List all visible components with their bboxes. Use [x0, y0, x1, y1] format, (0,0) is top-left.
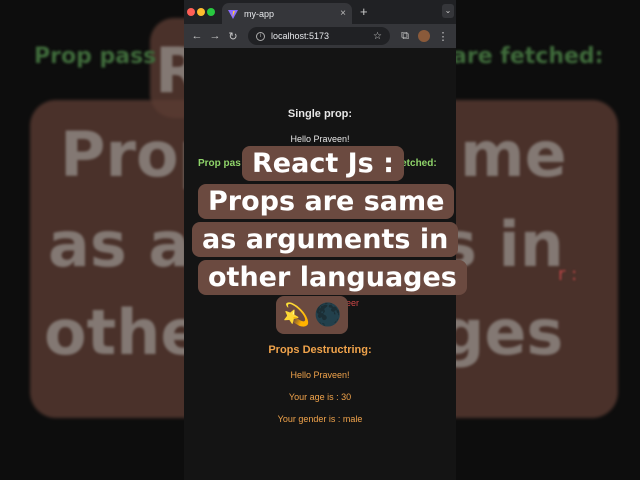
vite-icon: [228, 9, 238, 19]
new-tab-button[interactable]: +: [360, 4, 368, 19]
forward-button[interactable]: →: [206, 30, 224, 42]
bg-row2-right: s in: [440, 208, 564, 281]
site-info-icon[interactable]: i: [256, 31, 265, 41]
multi-prop-heading-right: are fetched:: [380, 158, 437, 169]
bg-prop-heading-left: Prop pass: [34, 44, 157, 69]
age-text: Your age is : 30: [288, 392, 352, 402]
extensions-icon[interactable]: ⧉: [396, 30, 414, 43]
tab-bar: my-app × + ⌄: [184, 0, 456, 24]
tab-title: my-app: [244, 8, 275, 19]
gender-text: Your gender is : male: [277, 414, 363, 424]
multi-prop-heading-left: Prop pas: [198, 158, 241, 169]
multi-prop-red-partial-2: eer: [346, 298, 360, 308]
bg-row3-right: ges: [440, 296, 564, 369]
single-prop-value: Hello Praveen!: [290, 134, 350, 144]
destructuring-heading: Props Destructring:: [268, 344, 372, 356]
bg-prop-heading-right: are fetched:: [452, 44, 604, 69]
profile-avatar[interactable]: [418, 30, 430, 42]
bookmark-star-icon[interactable]: ☆: [373, 31, 382, 42]
tab-close-icon[interactable]: ×: [340, 8, 346, 19]
browser-menu-icon[interactable]: ⋮: [434, 30, 452, 43]
bg-row3-left: othe: [44, 296, 203, 369]
greeting-text: Hello Praveen!: [290, 370, 350, 380]
back-button[interactable]: ←: [188, 30, 206, 42]
tab-search-dropdown-icon[interactable]: ⌄: [442, 4, 454, 18]
close-window-button[interactable]: [187, 8, 195, 16]
app-page: Single prop: Hello Praveen! Prop pas are…: [184, 48, 456, 480]
tab-my-app[interactable]: my-app ×: [222, 3, 352, 24]
reload-button[interactable]: ↻: [224, 30, 242, 43]
address-bar[interactable]: i localhost:5173 ☆: [248, 27, 390, 45]
single-prop-heading: Single prop:: [287, 108, 353, 120]
bg-row1-right: me: [460, 118, 567, 191]
maximize-window-button[interactable]: [207, 8, 215, 16]
browser-toolbar: ← → ↻ i localhost:5173 ☆ ⧉ ⋮: [184, 24, 456, 48]
bg-red-colon: r :: [558, 264, 578, 285]
minimize-window-button[interactable]: [197, 8, 205, 16]
browser-window: my-app × + ⌄ ← → ↻ i localhost:5173 ☆ ⧉ …: [184, 0, 456, 480]
url-text[interactable]: localhost:5173: [271, 31, 373, 41]
multi-prop-red-partial: r :: [430, 248, 438, 258]
